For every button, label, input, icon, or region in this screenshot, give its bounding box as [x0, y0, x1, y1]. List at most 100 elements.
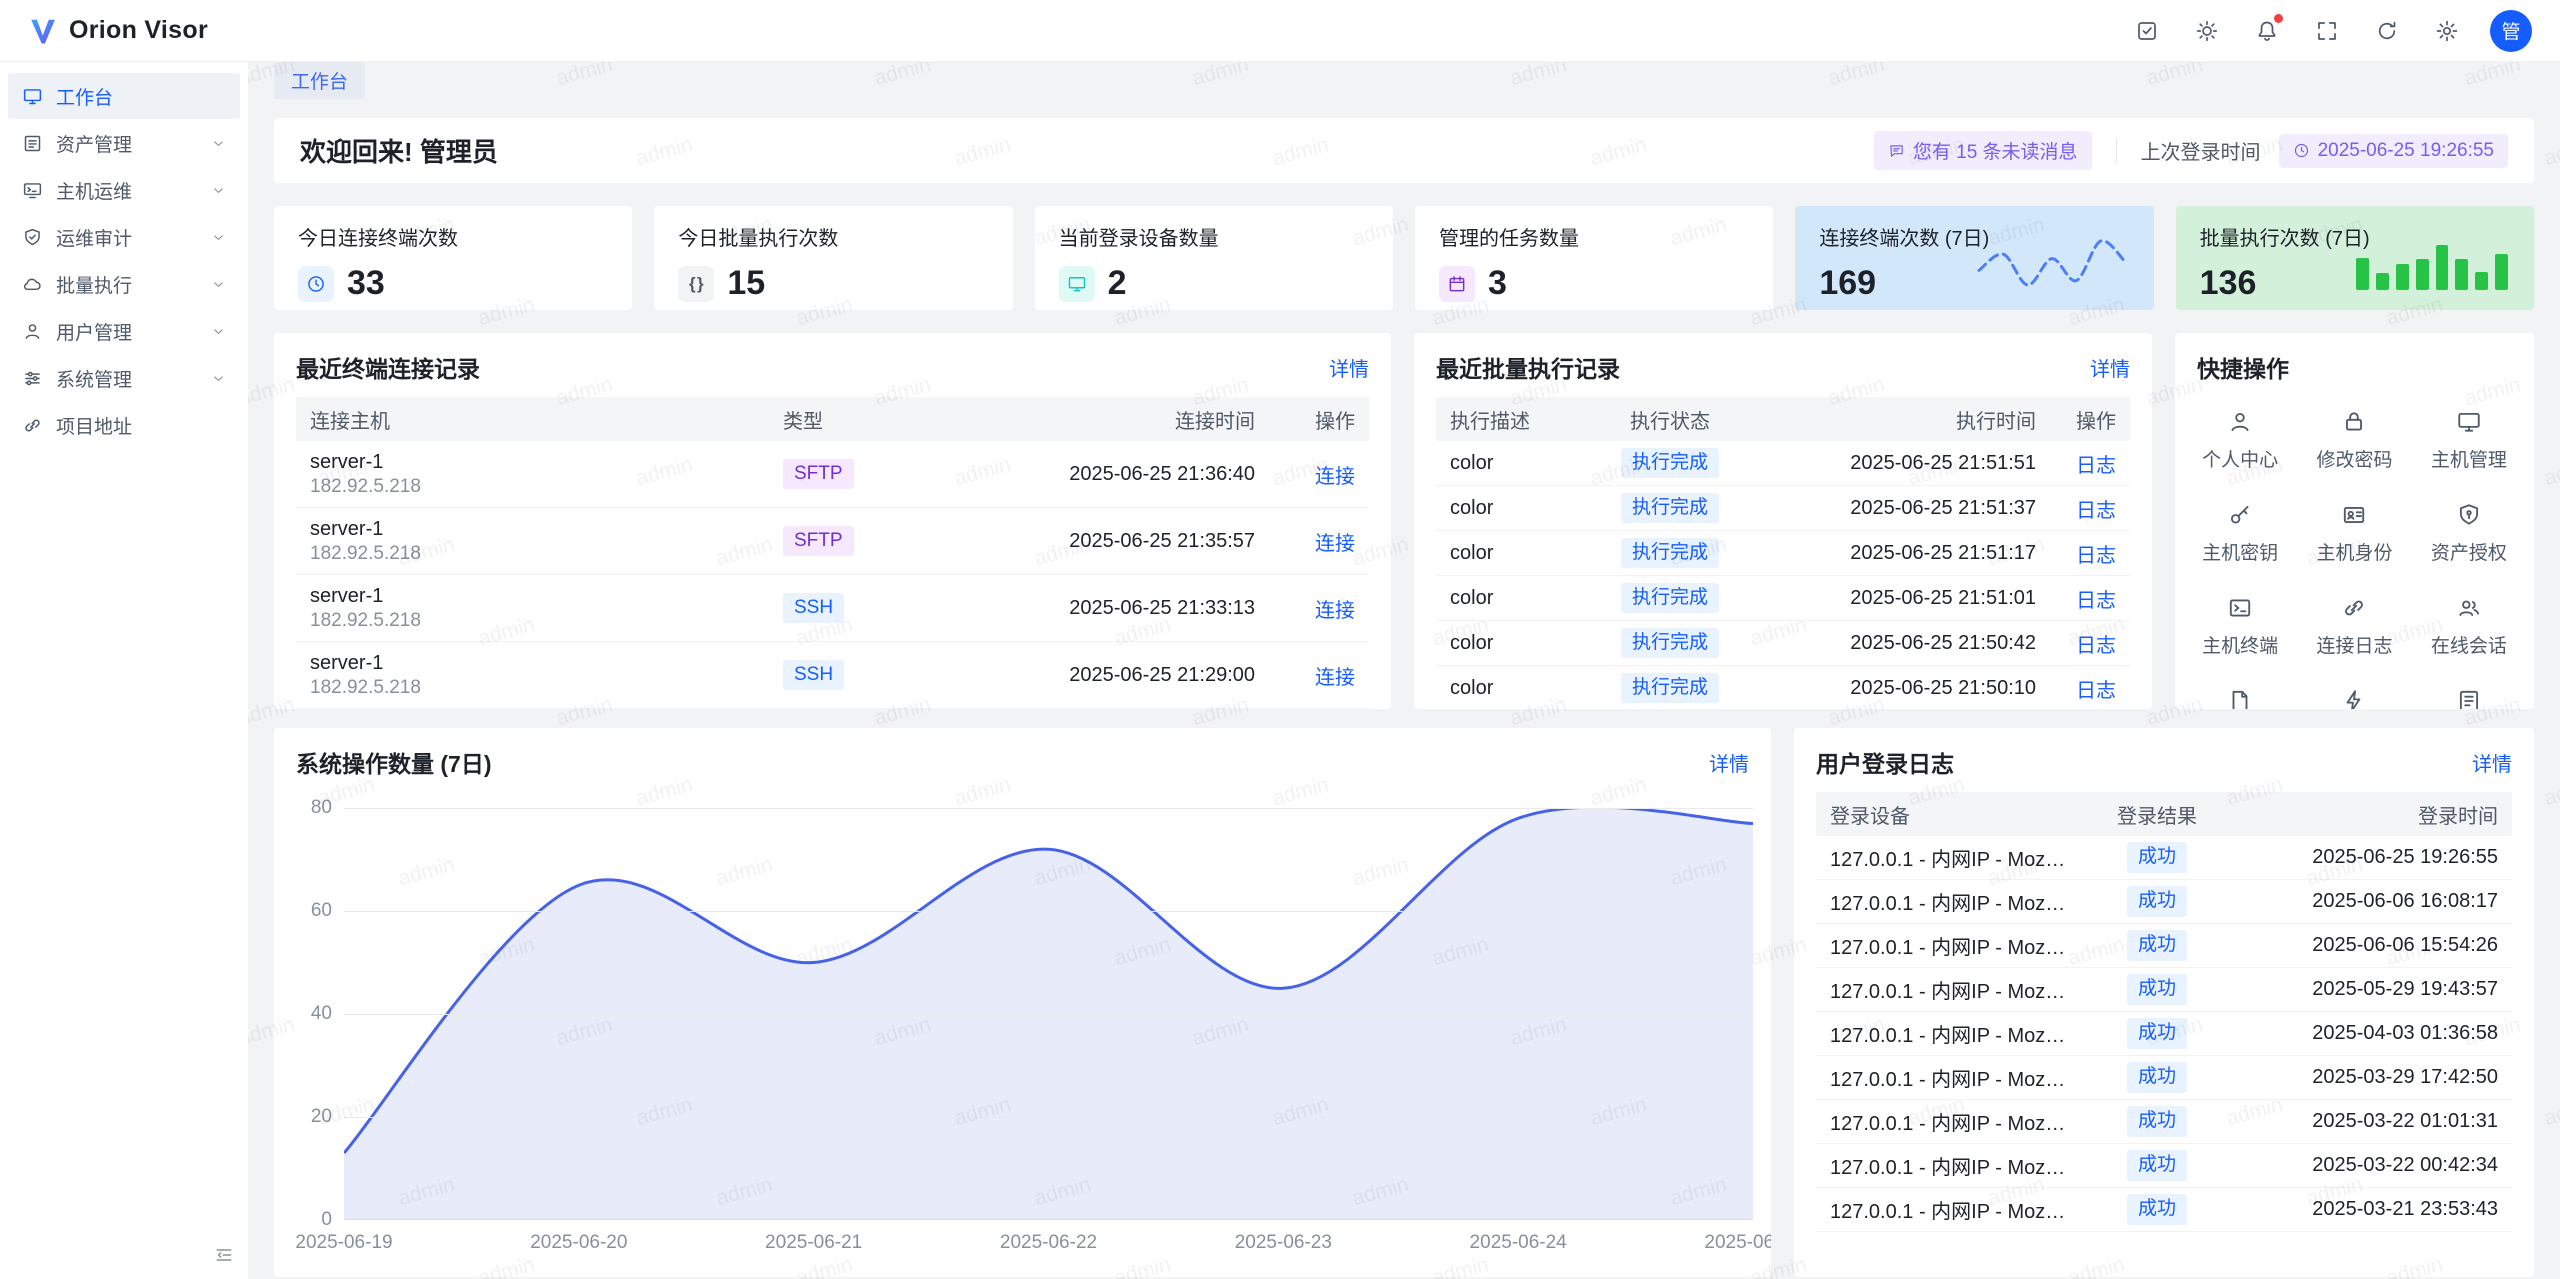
quick-action-command-exec[interactable]: 命令执行	[2297, 688, 2411, 709]
connect-link[interactable]: 连接	[1315, 667, 1355, 689]
connect-link[interactable]: 连接	[1315, 533, 1355, 555]
sidebar-item-system[interactable]: 系统管理	[8, 355, 240, 401]
protocol-badge: SSH	[783, 593, 844, 624]
login-result-badge: 成功	[2127, 930, 2187, 961]
log-link[interactable]: 日志	[2076, 455, 2116, 477]
table-row: color 执行完成 2025-06-25 21:51:37 日志	[1436, 486, 2130, 531]
quick-action-online-session[interactable]: 在线会话	[2412, 595, 2526, 658]
stat-value: 136	[2200, 264, 2257, 303]
asset-list-icon	[22, 133, 43, 154]
batch-7d-sparkline	[2356, 234, 2508, 290]
dashboard-icon	[22, 86, 43, 107]
sidebar-item-users[interactable]: 用户管理	[8, 308, 240, 354]
table-row: 127.0.0.1 - 内网IP - Mozilla/5.0 (Windows …	[1816, 1100, 2512, 1144]
log-link[interactable]: 日志	[2076, 545, 2116, 567]
terminal-7d-sparkline	[1976, 234, 2128, 290]
sidebar-item-label: 项目地址	[56, 412, 132, 439]
sidebar-item-audit[interactable]: 运维审计	[8, 214, 240, 260]
stat-card-tasks: 管理的任务数量 3	[1415, 206, 1773, 310]
table-row: server-1182.92.5.218 SSH 2025-06-25 21:3…	[296, 575, 1369, 642]
check-square-icon[interactable]	[2130, 14, 2164, 48]
quick-action-host-terminal[interactable]: 主机终端	[2183, 595, 2297, 658]
sidebar-item-project-url[interactable]: 项目地址	[8, 402, 240, 448]
login-logs-card: 用户登录日志 详情 登录设备 登录结果 登录时间 127.0.0.1 - 内网I…	[1794, 728, 2534, 1277]
shield-icon	[2456, 502, 2482, 528]
unread-messages-badge[interactable]: 您有 15 条未读消息	[1874, 131, 2092, 170]
login-result-badge: 成功	[2127, 842, 2187, 873]
stat-card-login-devices: 当前登录设备数量 2	[1035, 206, 1393, 310]
shield-audit-icon	[22, 227, 43, 248]
quick-action-exec-log[interactable]: 执行日志	[2412, 688, 2526, 709]
sidebar-item-batch-exec[interactable]: 批量执行	[8, 261, 240, 307]
chevron-down-icon	[211, 371, 226, 386]
clock-icon	[2293, 142, 2310, 159]
stat-value: 169	[1819, 264, 1876, 303]
exec-status-badge: 执行完成	[1621, 583, 1719, 614]
login-result-badge: 成功	[2127, 1018, 2187, 1049]
notification-bell-icon[interactable]	[2250, 14, 2284, 48]
x-axis-labels: 2025-06-192025-06-202025-06-212025-06-22…	[344, 1220, 1753, 1258]
calendar-icon	[1439, 266, 1475, 302]
quick-actions-card: 快捷操作 个人中心 修改密码 主机管理 主机密钥	[2175, 333, 2534, 709]
table-row: 127.0.0.1 - 内网IP - Mozilla/5.0 (Windows …	[1816, 968, 2512, 1012]
card-title: 最近终端连接记录	[296, 350, 480, 384]
theme-sun-icon[interactable]	[2190, 14, 2224, 48]
menu-collapse-icon[interactable]	[214, 1245, 234, 1265]
fullscreen-icon[interactable]	[2310, 14, 2344, 48]
sidebar-item-assets[interactable]: 资产管理	[8, 120, 240, 166]
quick-action-change-password[interactable]: 修改密码	[2297, 409, 2411, 472]
sidebar-item-workbench[interactable]: 工作台	[8, 73, 240, 119]
table-header: 登录设备 登录结果 登录时间	[1816, 792, 2512, 836]
host-monitor-icon	[22, 180, 43, 201]
tab-bar: 工作台	[274, 62, 2534, 98]
table-row: 127.0.0.1 - 内网IP - Mozilla/5.0 (Windows …	[1816, 836, 2512, 880]
batch-records-detail-link[interactable]: 详情	[2090, 353, 2130, 382]
stat-card-batch-7d: 批量执行次数 (7日) 136	[2176, 206, 2534, 310]
sidebar-item-host-ops[interactable]: 主机运维	[8, 167, 240, 213]
quick-action-file-log[interactable]: 文件操作日志	[2183, 688, 2297, 709]
quick-action-personal-center[interactable]: 个人中心	[2183, 409, 2297, 472]
system-operations-chart-card: 系统操作数量 (7日) 详情 020406080 2025-06-192025-…	[274, 728, 1771, 1277]
sidebar-item-label: 资产管理	[56, 130, 132, 157]
users-icon	[2456, 595, 2482, 621]
connect-link[interactable]: 连接	[1315, 600, 1355, 622]
user-avatar[interactable]: 管	[2490, 10, 2532, 52]
terminal-records-detail-link[interactable]: 详情	[1329, 353, 1369, 382]
quick-action-host-key[interactable]: 主机密钥	[2183, 502, 2297, 565]
refresh-icon[interactable]	[2370, 14, 2404, 48]
log-link[interactable]: 日志	[2076, 500, 2116, 522]
user-icon	[22, 321, 43, 342]
message-icon	[1888, 142, 1905, 159]
settings-gear-icon[interactable]	[2430, 14, 2464, 48]
table-row: color 执行完成 2025-06-25 21:51:51 日志	[1436, 441, 2130, 486]
monitor-icon	[2456, 409, 2482, 435]
key-icon	[2227, 502, 2253, 528]
log-link[interactable]: 日志	[2076, 680, 2116, 702]
orion-visor-logo-icon	[28, 16, 58, 46]
login-result-badge: 成功	[2127, 1150, 2187, 1181]
sidebar-item-label: 主机运维	[56, 177, 132, 204]
table-row: color 执行完成 2025-06-25 21:51:17 日志	[1436, 531, 2130, 576]
login-logs-detail-link[interactable]: 详情	[2472, 748, 2512, 777]
system-chart-detail-link[interactable]: 详情	[1709, 748, 1749, 777]
log-link[interactable]: 日志	[2076, 590, 2116, 612]
quick-action-host-manage[interactable]: 主机管理	[2412, 409, 2526, 472]
last-login-label: 上次登录时间	[2141, 136, 2261, 165]
quick-action-host-identity[interactable]: 主机身份	[2297, 502, 2411, 565]
table-row: 127.0.0.1 - 内网IP - Mozilla/5.0 (Windows …	[1816, 1144, 2512, 1188]
sidebar-item-label: 批量执行	[56, 271, 132, 298]
connect-link[interactable]: 连接	[1315, 466, 1355, 488]
quick-action-asset-grant[interactable]: 资产授权	[2412, 502, 2526, 565]
tab-workbench[interactable]: 工作台	[274, 62, 365, 99]
exec-status-badge: 执行完成	[1621, 673, 1719, 704]
sidebar: 工作台 资产管理 主机运维 运维审计 批量执行 用户管理 系统管理 项目地址	[0, 62, 248, 1279]
sidebar-item-label: 运维审计	[56, 224, 132, 251]
card-title: 快捷操作	[2197, 350, 2289, 384]
table-row: server-1182.92.5.218 SFTP 2025-06-25 21:…	[296, 441, 1369, 508]
sidebar-item-label: 系统管理	[56, 365, 132, 392]
stat-card-terminal-today: 今日连接终端次数 33	[274, 206, 632, 310]
login-result-badge: 成功	[2127, 974, 2187, 1005]
log-link[interactable]: 日志	[2076, 635, 2116, 657]
quick-action-connect-log[interactable]: 连接日志	[2297, 595, 2411, 658]
table-row: color 执行完成 2025-06-25 21:50:10 日志	[1436, 666, 2130, 709]
